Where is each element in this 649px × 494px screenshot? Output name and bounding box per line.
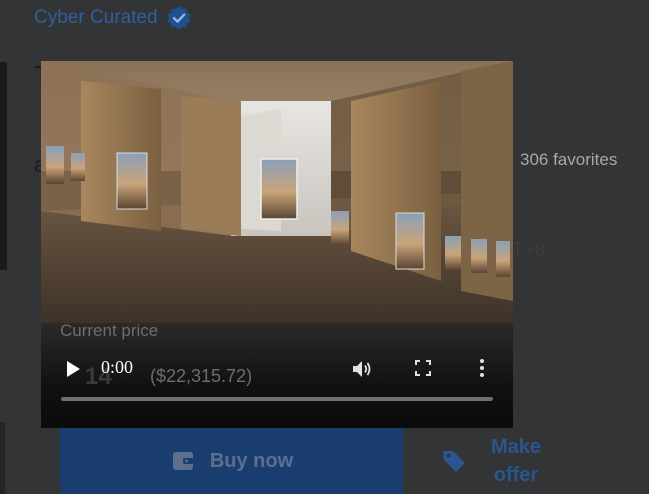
make-offer-label: Make offer	[484, 433, 548, 489]
side-panel-edge-lower	[0, 422, 5, 494]
more-vertical-icon[interactable]	[478, 358, 486, 378]
make-offer-label-line2: offer	[493, 464, 539, 486]
sale-end-timezone: T+8	[512, 240, 546, 261]
collection-name[interactable]: Cyber Curated	[34, 7, 158, 29]
buy-now-label: Buy now	[209, 449, 294, 472]
video-frame	[41, 61, 513, 323]
wallet-icon	[170, 448, 196, 474]
overlay-price-label: Current price	[60, 321, 159, 340]
volume-icon[interactable]	[351, 358, 373, 380]
make-offer-button[interactable]: Make offer	[440, 430, 570, 492]
verified-icon	[166, 5, 192, 31]
progress-bar[interactable]	[61, 397, 493, 401]
video-player[interactable]: Current price 14 ($22,315.72) 0:00	[41, 61, 513, 428]
tag-icon	[440, 447, 468, 475]
current-time: 0:00	[101, 357, 134, 377]
play-icon[interactable]	[63, 359, 83, 379]
collection-link[interactable]: Cyber Curated	[34, 5, 192, 31]
favorites-count: 306 favorites	[520, 150, 618, 169]
overlay-price-usd: ($22,315.72)	[150, 366, 253, 386]
side-panel-edge	[0, 62, 7, 270]
fullscreen-icon[interactable]	[414, 359, 432, 377]
buy-now-button[interactable]: Buy now	[60, 428, 403, 494]
make-offer-label-line1: Make	[490, 436, 542, 458]
